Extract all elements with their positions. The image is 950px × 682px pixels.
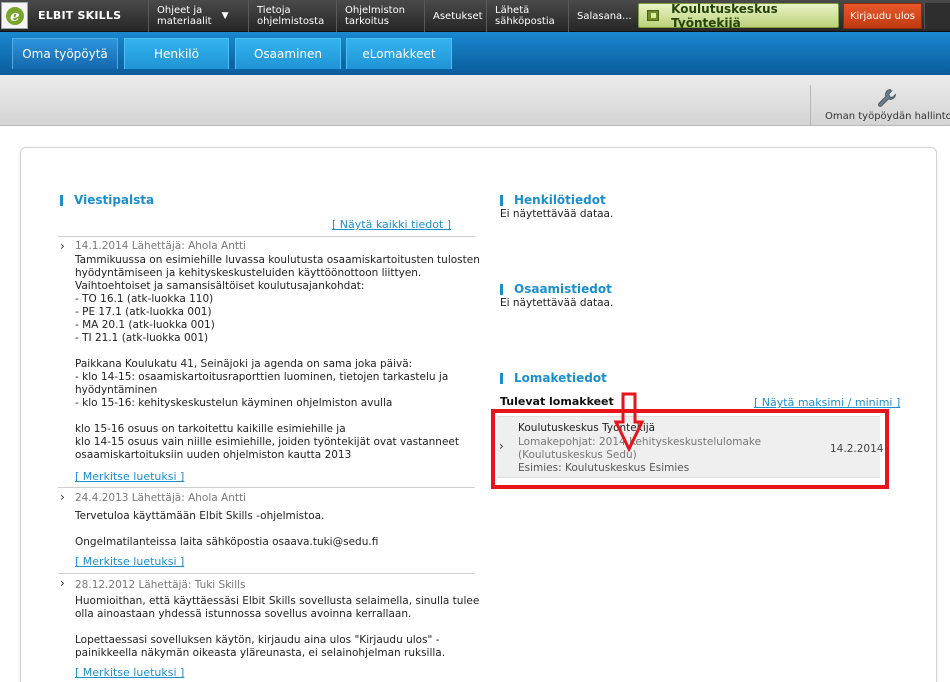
desktop-manage-label: Oman työpöydän hallinto (825, 111, 950, 122)
chevron-down-icon: ▼ (221, 10, 229, 21)
highlight-box (491, 409, 889, 489)
down-arrow-icon (614, 392, 644, 452)
message-body: Huomioithan, että käyttäessäsi Elbit Ski… (75, 595, 480, 659)
desktop-manage-button[interactable]: Oman työpöydän hallinto (810, 85, 950, 126)
show-all-link[interactable]: [ Näytä kaikki tiedot ] (332, 218, 451, 231)
section-marker (500, 372, 503, 384)
henkilo-nodata: Ei näytettävää dataa. (500, 208, 614, 220)
section-osaamistiedot: Osaamistiedot (500, 282, 612, 296)
logout-button[interactable]: Kirjaudu ulos (843, 3, 922, 29)
nav-tarkoitus[interactable]: Ohjelmiston tarkoitus (336, 0, 424, 32)
message-meta: 24.4.2013 Lähettäjä: Ahola Antti (75, 492, 247, 504)
unit-icon (647, 10, 660, 21)
nav-tietoja[interactable]: Tietoja ohjelmistosta (248, 0, 336, 32)
message-body: Tervetuloa käyttämään Elbit Skills -ohje… (75, 510, 379, 548)
brand-name: ELBIT SKILLS (38, 9, 122, 22)
toolbar: Oman työpöydän hallinto (0, 75, 950, 126)
chevron-right-icon[interactable]: › (60, 490, 65, 504)
message-divider (58, 573, 475, 574)
tab-elomakkeet[interactable]: eLomakkeet (346, 38, 452, 69)
tab-osaaminen[interactable]: Osaaminen (235, 38, 341, 69)
nav-laheta-sahkopostia[interactable]: Lähetä sähköpostia (486, 0, 568, 32)
svg-text:e: e (10, 7, 20, 25)
message-body: Tammikuussa on esimiehille luvassa koulu… (75, 254, 480, 461)
top-bar: e ELBIT SKILLS Ohjeet ja materiaalit ▼ Ti… (0, 0, 950, 32)
top-bar-end (924, 3, 950, 29)
mark-read-link[interactable]: [ Merkitse luetuksi ] (75, 470, 184, 483)
nav-asetukset[interactable]: Asetukset (424, 0, 486, 32)
tab-henkilo[interactable]: Henkilö (124, 38, 229, 69)
section-viestipalsta: Viestipalsta (60, 193, 154, 207)
nav-salasana[interactable]: Salasana... (568, 0, 636, 32)
section-marker (60, 194, 63, 206)
chevron-right-icon[interactable]: › (60, 239, 65, 253)
main-tabs: Oma työpöytä Henkilö Osaaminen eLomakkee… (0, 32, 950, 75)
message-meta: 14.1.2014 Lähettäjä: Ahola Antti (75, 240, 247, 252)
message-divider (58, 487, 475, 488)
section-marker (500, 283, 503, 295)
elbit-logo-icon[interactable]: e (1, 2, 28, 29)
upcoming-forms-heading: Tulevat lomakkeet (500, 395, 614, 408)
wrench-icon (878, 89, 896, 107)
osaamis-nodata: Ei näytettävää dataa. (500, 297, 614, 309)
section-henkilotiedot: Henkilötiedot (500, 193, 606, 207)
mark-read-link[interactable]: [ Merkitse luetuksi ] (75, 666, 184, 679)
mark-read-link[interactable]: [ Merkitse luetuksi ] (75, 555, 184, 568)
message-meta: 28.12.2012 Lähettäjä: Tuki Skills (75, 579, 246, 591)
message-divider (58, 236, 475, 237)
toggle-size-link[interactable]: [ Näytä maksimi / minimi ] (754, 396, 900, 409)
section-marker (500, 194, 503, 206)
chevron-right-icon[interactable]: › (60, 576, 65, 590)
unit-selector-button[interactable]: Koulutuskeskus Työntekijä (638, 2, 839, 30)
nav-ohjeet[interactable]: Ohjeet ja materiaalit ▼ (148, 0, 248, 32)
section-lomaketiedot: Lomaketiedot (500, 371, 607, 385)
tab-oma-tyopoyta[interactable]: Oma työpöytä (12, 38, 118, 69)
